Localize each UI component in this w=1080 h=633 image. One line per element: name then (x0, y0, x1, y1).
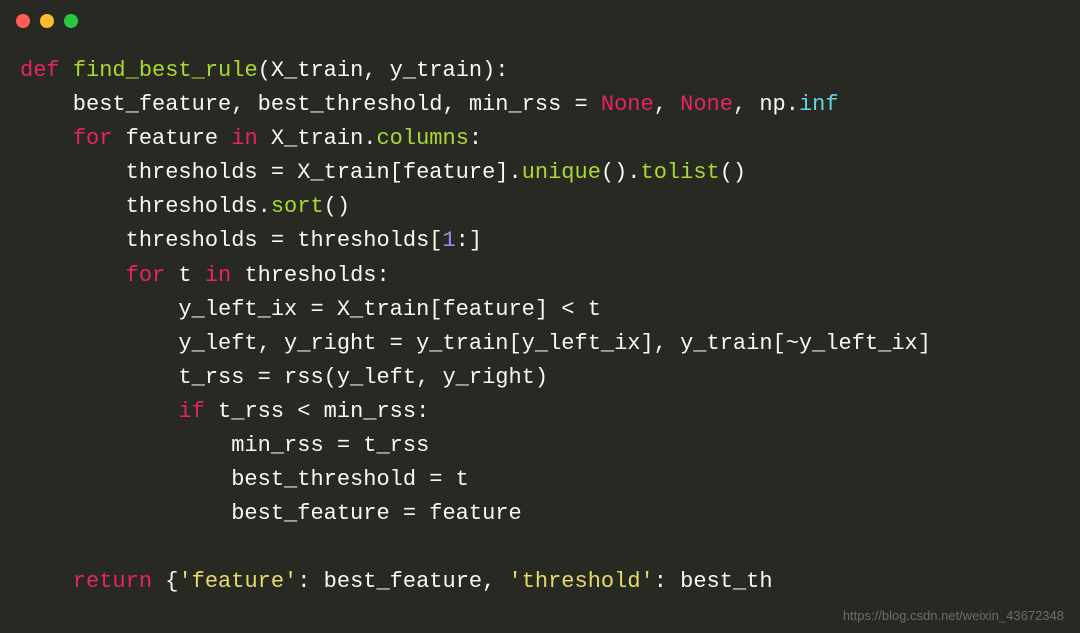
line-7: for t in thresholds: (20, 263, 390, 288)
close-icon[interactable] (16, 14, 30, 28)
line-12: min_rss = t_rss (20, 433, 429, 458)
line-10: t_rss = rss(y_left, y_right) (20, 365, 548, 390)
line-4: thresholds = X_train[feature].unique().t… (20, 160, 746, 185)
function-name: find_best_rule (73, 58, 258, 83)
watermark: https://blog.csdn.net/weixin_43672348 (843, 608, 1064, 623)
minimize-icon[interactable] (40, 14, 54, 28)
line-16: return {'feature': best_feature, 'thresh… (20, 569, 773, 594)
params: (X_train, y_train): (258, 58, 509, 83)
line-8: y_left_ix = X_train[feature] < t (20, 297, 601, 322)
line-11: if t_rss < min_rss: (20, 399, 429, 424)
keyword-def: def (20, 58, 60, 83)
code-window: def find_best_rule(X_train, y_train): be… (0, 0, 1080, 633)
line-14: best_feature = feature (20, 501, 522, 526)
line-13: best_threshold = t (20, 467, 469, 492)
window-titlebar (0, 0, 1080, 34)
maximize-icon[interactable] (64, 14, 78, 28)
line-5: thresholds.sort() (20, 194, 350, 219)
line-1: def find_best_rule(X_train, y_train): (20, 58, 509, 83)
line-3: for feature in X_train.columns: (20, 126, 482, 151)
line-2: best_feature, best_threshold, min_rss = … (20, 92, 839, 117)
line-6: thresholds = thresholds[1:] (20, 228, 482, 253)
line-9: y_left, y_right = y_train[y_left_ix], y_… (20, 331, 931, 356)
code-block: def find_best_rule(X_train, y_train): be… (0, 34, 1080, 600)
